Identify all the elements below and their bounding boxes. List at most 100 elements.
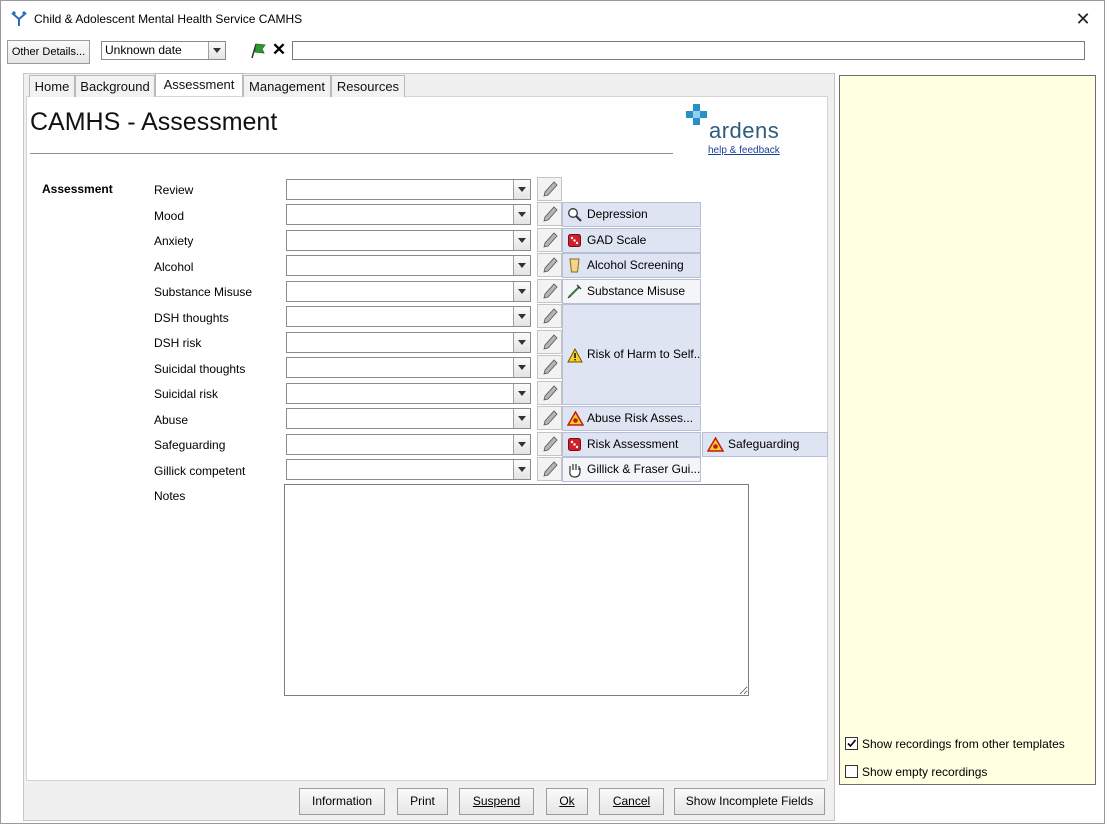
gad-scale-tool-label: GAD Scale: [587, 233, 647, 247]
chevron-down-icon[interactable]: [513, 435, 530, 454]
chevron-down-icon[interactable]: [513, 231, 530, 250]
chevron-down-icon[interactable]: [513, 409, 530, 428]
risk-of-harm-tool-label: Risk of Harm to Self...: [587, 347, 701, 361]
row-label-suicidal-risk: Suicidal risk: [154, 387, 219, 401]
chevron-down-icon[interactable]: [513, 333, 530, 352]
suicidal-thoughts-combo[interactable]: [286, 357, 531, 378]
chevron-down-icon[interactable]: [513, 460, 530, 479]
show-other-templates-label: Show recordings from other templates: [862, 737, 1065, 751]
tab-management[interactable]: Management: [243, 75, 331, 97]
ok-button[interactable]: Ok: [546, 788, 588, 815]
row-label-suicidal-thoughts: Suicidal thoughts: [154, 362, 246, 376]
magnifier-icon: [568, 208, 582, 222]
alcohol-combo[interactable]: [286, 255, 531, 276]
information-button[interactable]: Information: [299, 788, 385, 815]
tab-assessment[interactable]: Assessment: [155, 73, 243, 96]
chevron-down-icon[interactable]: [513, 180, 530, 199]
gad-scale-tool-button[interactable]: GAD Scale: [562, 228, 701, 253]
row-label-anxiety: Anxiety: [154, 234, 194, 248]
chevron-down-icon[interactable]: [513, 205, 530, 224]
substance-misuse-combo[interactable]: [286, 281, 531, 302]
pencil-icon[interactable]: [537, 457, 562, 481]
substance-misuse-tool-button[interactable]: Substance Misuse: [562, 279, 701, 304]
page-title: CAMHS - Assessment: [30, 108, 278, 136]
abuse-risk-tool-button[interactable]: Abuse Risk Asses...: [562, 406, 701, 431]
dice-icon: [568, 438, 581, 451]
warning-icon: [567, 348, 583, 363]
clear-icon[interactable]: ✕: [269, 41, 289, 60]
flag-icon[interactable]: [248, 41, 268, 60]
notes-label: Notes: [154, 489, 186, 503]
substance-misuse-tool-label: Substance Misuse: [587, 284, 686, 298]
pencil-icon[interactable]: [537, 279, 562, 303]
tab-resources[interactable]: Resources: [331, 75, 405, 97]
ardens-logo-text: ardens: [709, 118, 780, 143]
anxiety-combo[interactable]: [286, 230, 531, 251]
print-button[interactable]: Print: [397, 788, 448, 815]
show-incomplete-fields-button[interactable]: Show Incomplete Fields: [674, 788, 825, 815]
show-empty-recordings-checkbox[interactable]: [845, 765, 858, 778]
alcohol-screening-tool-button[interactable]: Alcohol Screening: [562, 253, 701, 278]
chevron-down-icon[interactable]: [513, 256, 530, 275]
row-label-mood: Mood: [154, 209, 185, 223]
depression-tool-label: Depression: [587, 207, 648, 221]
pencil-icon[interactable]: [537, 381, 562, 405]
dsh-thoughts-combo[interactable]: [286, 306, 531, 327]
tab-background[interactable]: Background: [75, 75, 155, 97]
pencil-icon[interactable]: [537, 253, 562, 277]
risk-assessment-tool-label: Risk Assessment: [587, 437, 679, 451]
pencil-icon[interactable]: [537, 355, 562, 379]
row-label-dsh-risk: DSH risk: [154, 336, 202, 350]
ok-button-label: Ok: [559, 794, 575, 808]
date-select[interactable]: Unknown date: [101, 41, 226, 60]
pencil-icon[interactable]: [537, 228, 562, 252]
cancel-button-label: Cancel: [612, 794, 651, 808]
window-title: Child & Adolescent Mental Health Service…: [34, 12, 303, 26]
risk-assessment-tool-button[interactable]: Risk Assessment: [562, 432, 701, 457]
title-divider: [30, 153, 673, 154]
close-icon[interactable]: ✕: [1071, 7, 1095, 31]
hand-icon: [569, 464, 581, 478]
chevron-down-icon[interactable]: [513, 358, 530, 377]
dsh-risk-combo[interactable]: [286, 332, 531, 353]
pencil-icon[interactable]: [537, 304, 562, 328]
chevron-down-icon[interactable]: [208, 42, 225, 59]
help-feedback-link[interactable]: help & feedback: [708, 145, 780, 156]
risk-of-harm-tool-button[interactable]: Risk of Harm to Self...: [562, 304, 701, 405]
toolbar: Other Details... Unknown date ✕: [1, 37, 1104, 66]
review-combo[interactable]: [286, 179, 531, 200]
checkmark-icon: [847, 739, 857, 748]
show-other-templates-checkbox[interactable]: [845, 737, 858, 750]
chevron-down-icon[interactable]: [513, 282, 530, 301]
date-select-value: Unknown date: [105, 43, 182, 57]
alcohol-screening-tool-label: Alcohol Screening: [587, 258, 684, 272]
other-details-button[interactable]: Other Details...: [7, 40, 90, 64]
pencil-icon[interactable]: [537, 406, 562, 430]
safeguarding-combo[interactable]: [286, 434, 531, 455]
mood-combo[interactable]: [286, 204, 531, 225]
entry-input[interactable]: [292, 41, 1085, 60]
suspend-button[interactable]: Suspend: [459, 788, 534, 815]
app-logo-icon: [11, 11, 27, 26]
gillick-fraser-tool-button[interactable]: Gillick & Fraser Gui...: [562, 457, 701, 482]
chevron-down-icon[interactable]: [513, 384, 530, 403]
row-label-safeguarding: Safeguarding: [154, 438, 226, 452]
tab-home[interactable]: Home: [29, 75, 75, 97]
suspend-button-label: Suspend: [472, 794, 521, 808]
pencil-icon[interactable]: [537, 177, 562, 201]
safeguarding-tool-button[interactable]: Safeguarding: [702, 432, 828, 457]
pencil-icon[interactable]: [537, 202, 562, 226]
pencil-icon[interactable]: [537, 330, 562, 354]
cancel-button[interactable]: Cancel: [599, 788, 664, 815]
chevron-down-icon[interactable]: [513, 307, 530, 326]
notes-textarea[interactable]: [284, 484, 749, 696]
row-label-abuse: Abuse: [154, 413, 189, 427]
pencil-icon[interactable]: [537, 432, 562, 456]
depression-tool-button[interactable]: Depression: [562, 202, 701, 227]
suicidal-risk-combo[interactable]: [286, 383, 531, 404]
row-label-alcohol: Alcohol: [154, 260, 194, 274]
app-window: Child & Adolescent Mental Health Service…: [0, 0, 1105, 824]
gillick-competent-combo[interactable]: [286, 459, 531, 480]
gillick-fraser-tool-label: Gillick & Fraser Gui...: [587, 462, 701, 476]
abuse-combo[interactable]: [286, 408, 531, 429]
